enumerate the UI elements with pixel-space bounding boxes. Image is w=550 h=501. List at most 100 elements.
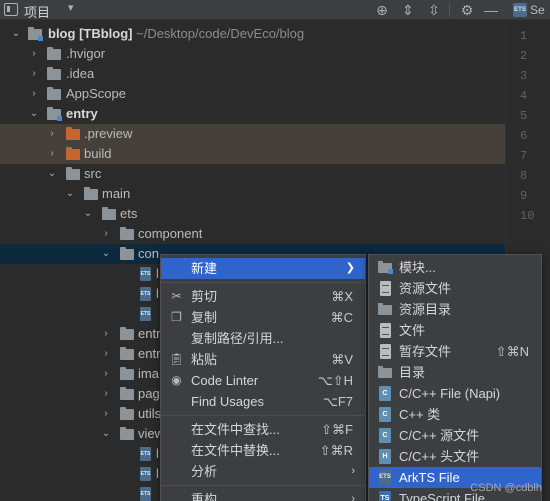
tree-item-label: .preview [84,126,133,141]
submenu-item-module[interactable]: 模块... [369,257,541,278]
menu-item-cut[interactable]: ✂ 剪切 ⌘X [161,286,365,307]
menu-item-copy-path[interactable]: 复制路径/引用... [161,328,365,349]
menu-item-shortcut: ⇧⌘R [319,443,353,458]
chevron-right-icon[interactable]: › [28,64,40,84]
resource-file-icon [380,281,391,296]
tree-row[interactable]: › AppScope [0,84,505,104]
project-view-icon[interactable] [4,3,18,16]
menu-item-find-usages[interactable]: Find Usages ⌥F7 [161,391,365,412]
tree-root-label: blog [TBblog] ~/Desktop/code/DevEco/blog [48,24,304,44]
menu-item-label: C/C++ 源文件 [399,428,480,443]
menu-item-label: 资源文件 [399,281,452,296]
chevron-down-icon[interactable]: ⌄ [10,24,22,44]
menu-item-shortcut: ⌘V [331,352,353,367]
menu-item-replace-in-files[interactable]: 在文件中替换... ⇧⌘R [161,440,365,461]
menu-item-new[interactable]: 新建 ❯ [161,258,365,279]
tree-item-label: l [156,446,159,461]
menu-item-label: 在文件中替换... [191,443,280,458]
submenu-item-resource-file[interactable]: 资源文件 [369,278,541,299]
minimize-icon[interactable]: — [480,0,502,20]
chevron-down-icon[interactable]: ⌄ [64,184,76,204]
tree-item-label: utils [138,406,162,421]
tree-row[interactable]: ⌄ entry [0,104,505,124]
menu-divider [161,282,365,283]
ets-file-icon: ETS [140,307,151,321]
arkts-file-icon: ETS [379,470,391,485]
chevron-down-icon[interactable]: ⌄ [46,164,58,184]
tree-row[interactable]: › component [0,224,505,244]
menu-item-shortcut: ⇧⌘N [495,344,529,359]
chevron-down-icon[interactable]: ⌄ [100,244,112,264]
tree-row[interactable]: ⌄ main [0,184,505,204]
line-number: 9 [520,189,528,203]
tree-row-root[interactable]: ⌄ blog [TBblog] ~/Desktop/code/DevEco/bl… [0,24,505,44]
submenu-item-c-source[interactable]: C C/C++ 源文件 [369,425,541,446]
tree-row[interactable]: › .idea [0,64,505,84]
menu-item-label: 目录 [399,365,426,380]
ets-file-icon: ETS [140,287,151,301]
chevron-right-icon[interactable]: › [100,384,112,404]
chevron-right-icon[interactable]: › [46,124,58,144]
chevron-right-icon[interactable]: › [100,324,112,344]
menu-item-copy[interactable]: ❐ 复制 ⌘C [161,307,365,328]
expand-all-icon[interactable]: ⇕ [397,0,419,20]
excluded-folder-icon [66,127,80,140]
cpp-file-icon: C [379,386,391,401]
scissors-icon: ✂ [171,289,182,303]
collapse-all-icon[interactable]: ⇳ [423,0,445,20]
tree-row-excluded[interactable]: › .preview [0,124,505,144]
root-name: blog [48,26,76,41]
submenu-item-resource-directory[interactable]: 资源目录 [369,299,541,320]
tree-item-label: .idea [66,66,95,81]
menu-item-label: 复制 [191,310,218,325]
line-number-gutter: 1 2 3 4 5 6 7 8 9 10 [506,26,550,226]
tree-row[interactable]: › .hvigor [0,44,505,64]
chevron-right-icon: › [351,493,355,501]
chevron-right-icon[interactable]: › [28,44,40,64]
chevron-right-icon[interactable]: › [28,84,40,104]
tree-row[interactable]: ⌄ src [0,164,505,184]
chevron-right-icon[interactable]: › [100,404,112,424]
locate-icon[interactable]: ⊕ [371,0,393,20]
menu-item-refactor[interactable]: 重构 › [161,489,365,501]
line-number: 8 [520,169,528,183]
tree-row[interactable]: ⌄ ets [0,204,505,224]
caret-down-icon[interactable]: ▾ [68,1,74,14]
source-folder-icon [66,167,80,180]
submenu-item-directory[interactable]: 目录 [369,362,541,383]
menu-item-paste[interactable]: 📋︎ 粘贴 ⌘V [161,349,365,370]
c-header-icon: H [379,449,391,464]
tree-item-label: l [156,266,159,281]
editor-tab-label[interactable]: Se [530,3,545,17]
chevron-right-icon[interactable]: › [100,364,112,384]
chevron-right-icon[interactable]: › [100,224,112,244]
chevron-right-icon[interactable]: › [46,144,58,164]
chevron-right-icon[interactable]: › [100,344,112,364]
ets-file-icon: ETS [140,447,151,461]
folder-icon [120,347,134,360]
line-number: 6 [520,129,528,143]
menu-item-find-in-files[interactable]: 在文件中查找... ⇧⌘F [161,419,365,440]
new-submenu: 模块... 资源文件 资源目录 文件 暂存文件 ⇧⌘N 目录 C C/C++ F… [368,254,542,501]
project-view-title[interactable]: 项目 [24,2,50,21]
module-folder-icon [28,27,43,41]
chevron-down-icon[interactable]: ⌄ [100,424,112,444]
submenu-item-c-header[interactable]: H C/C++ 头文件 [369,446,541,467]
submenu-item-cpp-class[interactable]: C C++ 类 [369,404,541,425]
submenu-item-cpp-napi[interactable]: C C/C++ File (Napi) [369,383,541,404]
tree-item-label: src [84,166,102,181]
tree-row-excluded[interactable]: › build [0,144,505,164]
chevron-down-icon[interactable]: ⌄ [28,104,40,124]
submenu-item-scratch-file[interactable]: 暂存文件 ⇧⌘N [369,341,541,362]
cpp-class-icon: C [379,407,391,422]
menu-item-shortcut: ⌥⇧H [317,373,353,388]
line-number: 3 [520,69,528,83]
folder-icon [47,47,61,60]
menu-item-code-linter[interactable]: ◉ Code Linter ⌥⇧H [161,370,365,391]
gear-icon[interactable]: ⚙ [456,0,478,20]
chevron-down-icon[interactable]: ⌄ [82,204,94,224]
submenu-item-file[interactable]: 文件 [369,320,541,341]
menu-item-label: 粘贴 [191,352,218,367]
menu-item-shortcut: ⇧⌘F [321,422,353,437]
menu-item-analyze[interactable]: 分析 › [161,461,365,482]
